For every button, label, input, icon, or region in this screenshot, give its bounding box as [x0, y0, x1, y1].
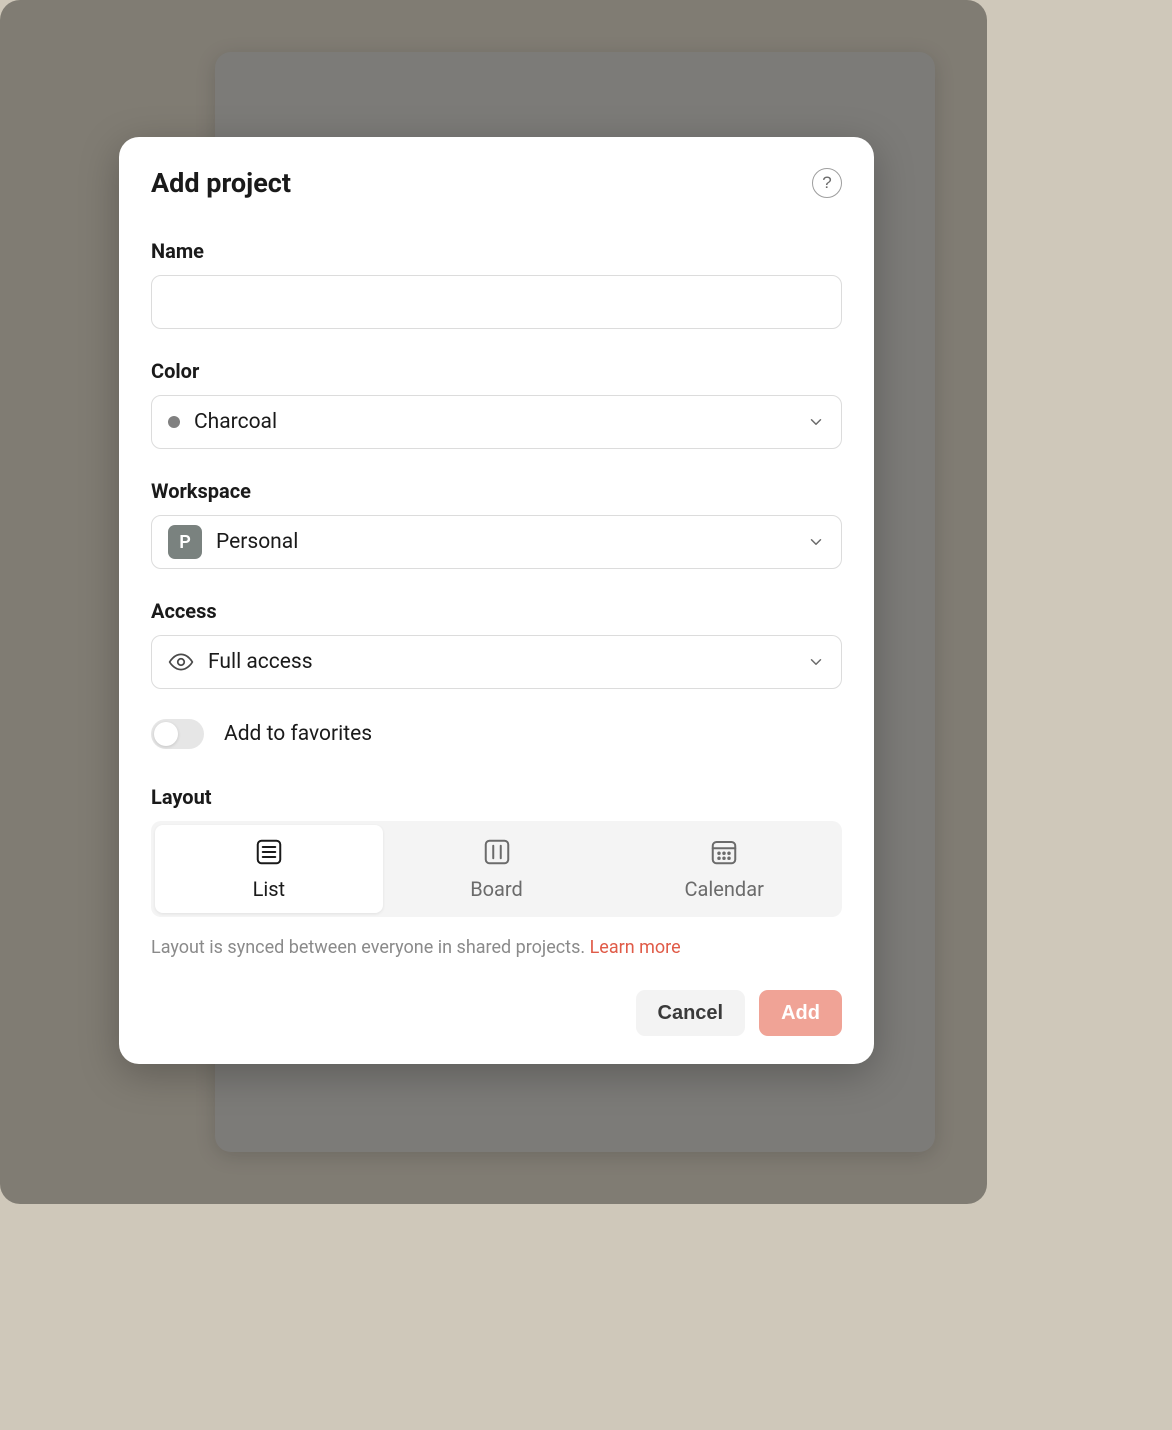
question-icon: ?	[822, 173, 831, 193]
layout-label: Layout	[151, 785, 842, 809]
workspace-field: Workspace P Personal	[151, 479, 842, 569]
layout-option-label: Board	[470, 877, 523, 901]
access-field: Access Full access	[151, 599, 842, 689]
eye-icon	[168, 649, 194, 675]
add-project-modal: Add project ? Name Color Charcoal Worksp…	[119, 137, 874, 1064]
layout-field: Layout List Board Calendar	[151, 785, 842, 917]
color-label: Color	[151, 359, 842, 383]
layout-option-label: List	[253, 877, 286, 901]
toggle-knob	[154, 722, 178, 746]
color-swatch-icon	[168, 416, 180, 428]
layout-option-list[interactable]: List	[155, 825, 383, 913]
layout-option-label: Calendar	[685, 877, 764, 901]
list-icon	[254, 837, 284, 867]
layout-chooser: List Board Calendar	[151, 821, 842, 917]
chevron-down-icon	[807, 533, 825, 551]
name-field: Name	[151, 239, 842, 329]
modal-header: Add project ?	[151, 167, 842, 199]
layout-hint: Layout is synced between everyone in sha…	[151, 937, 842, 958]
calendar-icon	[709, 837, 739, 867]
chevron-down-icon	[807, 413, 825, 431]
favorites-row: Add to favorites	[151, 719, 842, 749]
access-label: Access	[151, 599, 842, 623]
workspace-badge-icon: P	[168, 525, 202, 559]
help-button[interactable]: ?	[812, 168, 842, 198]
color-selected-value: Charcoal	[194, 410, 793, 434]
layout-option-board[interactable]: Board	[383, 825, 611, 913]
name-label: Name	[151, 239, 842, 263]
workspace-label: Workspace	[151, 479, 842, 503]
modal-title: Add project	[151, 167, 291, 199]
name-input[interactable]	[151, 275, 842, 329]
access-select[interactable]: Full access	[151, 635, 842, 689]
modal-footer: Cancel Add	[151, 990, 842, 1036]
layout-hint-text: Layout is synced between everyone in sha…	[151, 937, 590, 958]
color-field: Color Charcoal	[151, 359, 842, 449]
cancel-button[interactable]: Cancel	[636, 990, 746, 1036]
workspace-selected-value: Personal	[216, 530, 793, 554]
favorites-label: Add to favorites	[224, 722, 372, 746]
board-icon	[482, 837, 512, 867]
layout-option-calendar[interactable]: Calendar	[610, 825, 838, 913]
access-selected-value: Full access	[208, 650, 793, 674]
favorites-toggle[interactable]	[151, 719, 204, 749]
chevron-down-icon	[807, 653, 825, 671]
learn-more-link[interactable]: Learn more	[590, 937, 681, 958]
workspace-select[interactable]: P Personal	[151, 515, 842, 569]
color-select[interactable]: Charcoal	[151, 395, 842, 449]
add-button[interactable]: Add	[759, 990, 842, 1036]
